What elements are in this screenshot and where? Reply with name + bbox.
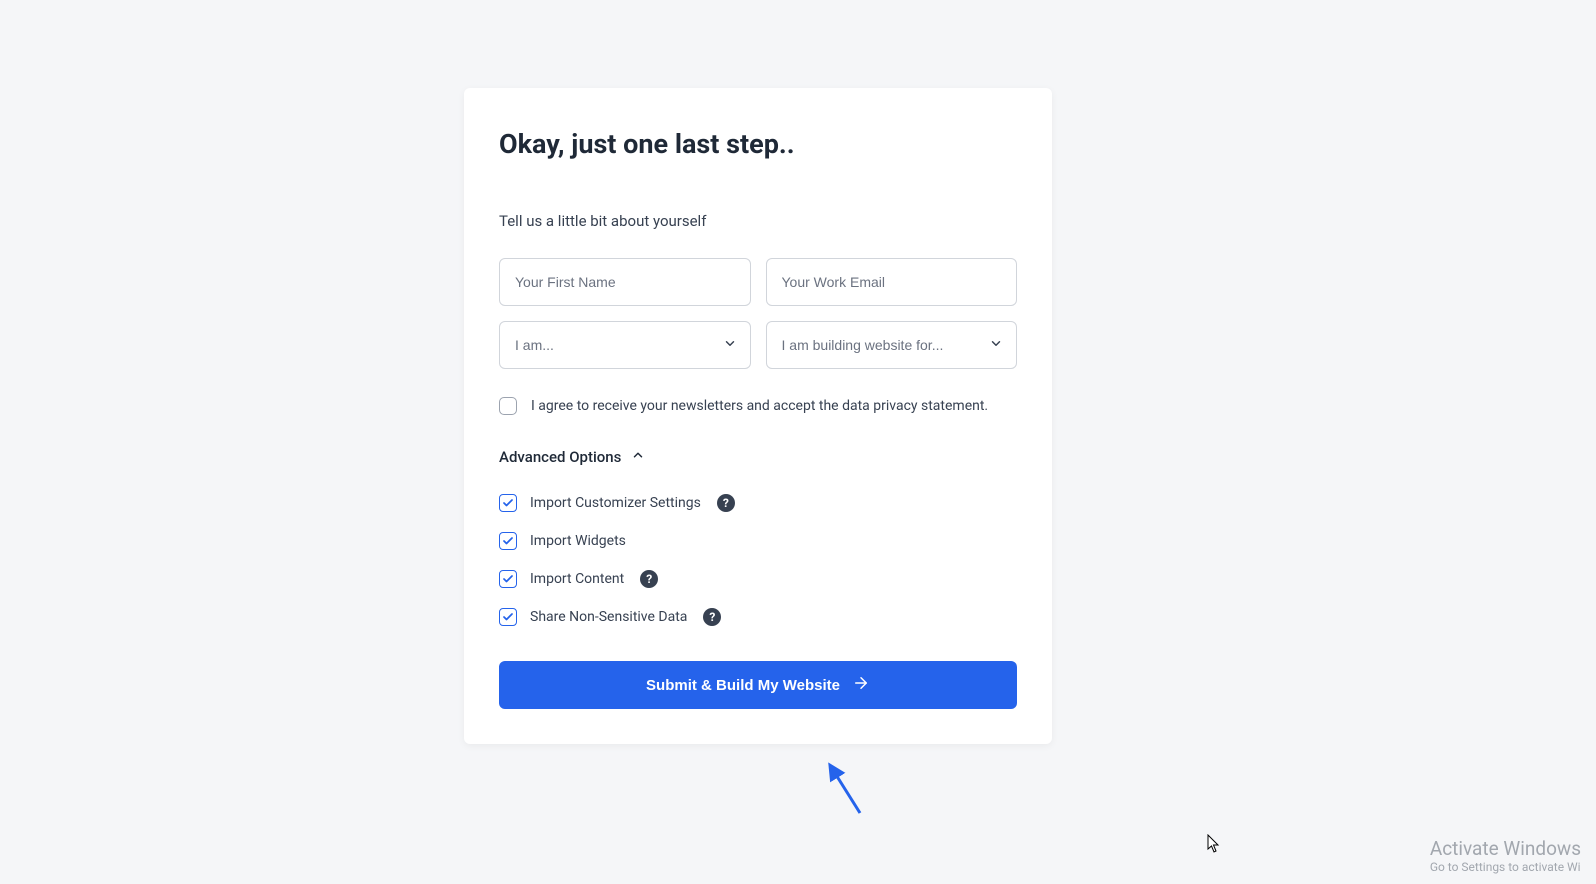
page-title: Okay, just one last step.. bbox=[499, 128, 1017, 160]
advanced-options-toggle[interactable]: Advanced Options bbox=[499, 448, 645, 466]
page-subtitle: Tell us a little bit about yourself bbox=[499, 212, 1017, 230]
option-import-widgets: Import Widgets bbox=[499, 532, 1017, 550]
help-icon[interactable]: ? bbox=[717, 494, 735, 512]
help-icon[interactable]: ? bbox=[640, 570, 658, 588]
watermark-subtitle: Go to Settings to activate Wi bbox=[1430, 860, 1581, 874]
submit-button[interactable]: Submit & Build My Website bbox=[499, 661, 1017, 709]
input-row-1 bbox=[499, 258, 1017, 306]
chevron-up-icon bbox=[631, 448, 645, 466]
import-widgets-checkbox[interactable] bbox=[499, 532, 517, 550]
option-label: Share Non-Sensitive Data bbox=[530, 609, 687, 625]
advanced-options-label: Advanced Options bbox=[499, 448, 621, 466]
input-row-2: I am... I am building website for... bbox=[499, 321, 1017, 369]
submit-button-label: Submit & Build My Website bbox=[646, 677, 840, 694]
import-customizer-checkbox[interactable] bbox=[499, 494, 517, 512]
option-label: Import Content bbox=[530, 571, 624, 587]
help-icon[interactable]: ? bbox=[703, 608, 721, 626]
first-name-input[interactable] bbox=[499, 258, 751, 306]
import-content-checkbox[interactable] bbox=[499, 570, 517, 588]
option-label: Import Widgets bbox=[530, 533, 626, 549]
role-select[interactable]: I am... bbox=[499, 321, 751, 369]
share-data-checkbox[interactable] bbox=[499, 608, 517, 626]
consent-checkbox[interactable] bbox=[499, 397, 517, 415]
watermark-title: Activate Windows bbox=[1430, 837, 1581, 860]
arrow-right-icon bbox=[852, 674, 870, 696]
option-label: Import Customizer Settings bbox=[530, 495, 701, 511]
consent-label: I agree to receive your newsletters and … bbox=[531, 398, 988, 414]
work-email-input[interactable] bbox=[766, 258, 1018, 306]
onboarding-card: Okay, just one last step.. Tell us a lit… bbox=[464, 88, 1052, 744]
option-import-content: Import Content ? bbox=[499, 570, 1017, 588]
consent-row: I agree to receive your newsletters and … bbox=[499, 397, 1017, 415]
building-for-select[interactable]: I am building website for... bbox=[766, 321, 1018, 369]
option-import-customizer: Import Customizer Settings ? bbox=[499, 494, 1017, 512]
annotation-arrow bbox=[820, 758, 870, 818]
windows-activation-watermark: Activate Windows Go to Settings to activ… bbox=[1430, 837, 1581, 874]
option-share-data: Share Non-Sensitive Data ? bbox=[499, 608, 1017, 626]
cursor-icon bbox=[1207, 834, 1223, 858]
